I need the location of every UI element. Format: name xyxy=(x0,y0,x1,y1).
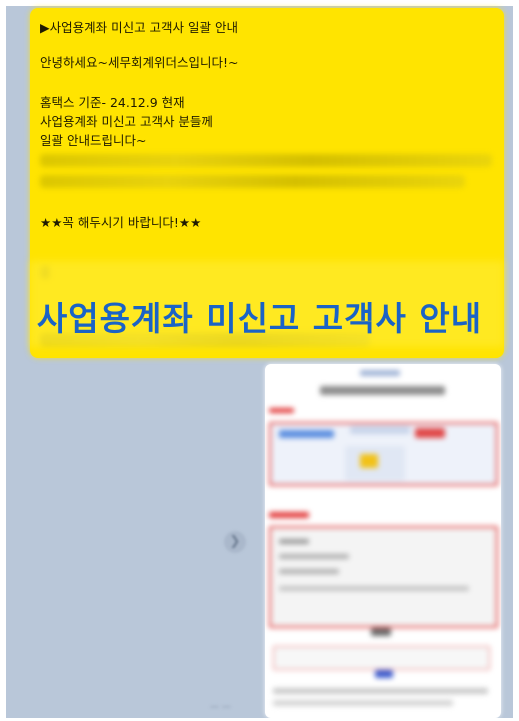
share-forward-icon[interactable]: ❯ xyxy=(224,531,246,553)
message-line-title: ▶사업용계좌 미신고 고객사 일괄 안내 xyxy=(40,20,239,35)
attached-image[interactable] xyxy=(265,364,501,718)
message-line-target: 사업용계좌 미신고 고객사 분들께 xyxy=(40,114,213,129)
timestamp-blurred: — — xyxy=(210,702,231,712)
message-line-greeting: 안녕하세요~세무회계위더스입니다!~ xyxy=(40,55,239,70)
blurred-text xyxy=(40,154,492,167)
message-line-date: 홈택스 기준- 24.12.9 현재 xyxy=(40,95,185,110)
message-line-notice: 일괄 안내드립니다~ xyxy=(40,133,147,148)
overlay-title: 사업용계좌 미신고 고객사 안내 xyxy=(36,299,483,338)
blurred-text xyxy=(40,175,465,188)
message-line-emphasis: ★★꼭 해두시기 바랍니다!★★ xyxy=(40,215,202,230)
